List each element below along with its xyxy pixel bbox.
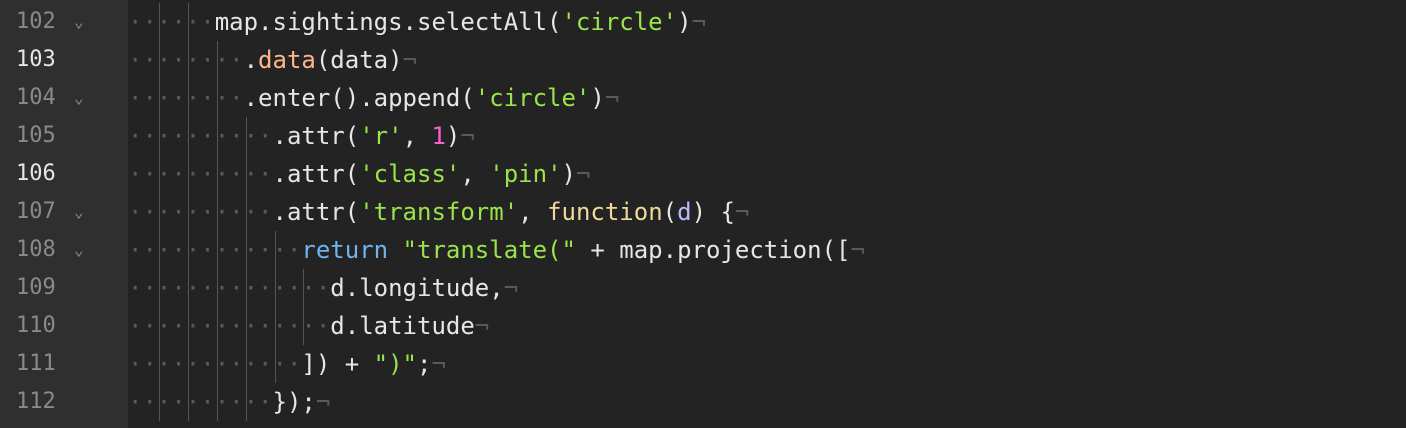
code-token: function xyxy=(547,198,663,226)
indent-guide xyxy=(158,3,160,421)
indent-guide xyxy=(216,41,218,421)
code-text: ··············d.longitude,¬ xyxy=(128,269,518,307)
fold-chevron-icon[interactable]: ⌄ xyxy=(74,231,84,269)
fold-chevron-icon[interactable]: ⌄ xyxy=(74,79,84,117)
indent-whitespace: ·········· xyxy=(128,388,273,416)
code-line[interactable]: 111 ············]) + ")";¬ xyxy=(0,345,1406,383)
fold-chevron-icon[interactable]: ⌄ xyxy=(74,193,84,231)
end-of-line-marker: ¬ xyxy=(460,122,475,150)
indent-whitespace: ······ xyxy=(128,8,215,36)
end-of-line-marker: ¬ xyxy=(402,46,417,74)
indent-guide xyxy=(245,117,247,421)
line-number: 107 xyxy=(16,199,56,224)
end-of-line-marker: ¬ xyxy=(575,160,591,188)
code-token: 'transform' xyxy=(359,198,519,226)
line-number: 110 xyxy=(16,313,56,338)
code-line[interactable]: 108 ⌄ ············return "translate(" + ma… xyxy=(0,231,1406,269)
code-token: ) xyxy=(590,84,605,112)
line-number: 112 xyxy=(16,389,56,414)
code-token: , xyxy=(460,160,490,188)
code-line[interactable]: 106 ··········.attr('class', 'pin')¬ xyxy=(0,155,1406,193)
code-text: ········.data(data)¬ xyxy=(128,41,417,79)
code-text: ······map.sightings.selectAll('circle')¬ xyxy=(128,3,706,41)
code-text: ············return "translate(" + map.pr… xyxy=(128,231,865,269)
indent-whitespace: ·········· xyxy=(128,198,273,226)
code-token: d xyxy=(677,198,692,226)
code-token: ; xyxy=(417,350,432,378)
code-text: ··············d.latitude¬ xyxy=(128,307,489,345)
indent-guide xyxy=(187,3,189,421)
code-token: 1 xyxy=(431,122,446,150)
end-of-line-marker: ¬ xyxy=(734,198,750,226)
code-text: ········.enter().append('circle')¬ xyxy=(128,79,619,117)
indent-guide xyxy=(274,231,276,383)
end-of-line-marker: ¬ xyxy=(850,236,865,264)
code-token: .enter().append( xyxy=(243,84,475,112)
indent-whitespace: ·········· xyxy=(128,160,273,188)
code-token: 'circle' xyxy=(474,84,591,112)
end-of-line-marker: ¬ xyxy=(604,84,620,112)
indent-whitespace: ········ xyxy=(128,46,244,74)
code-line[interactable]: 104 ⌄ ········.enter().append('circle')¬ xyxy=(0,79,1406,117)
line-number: 106 xyxy=(16,161,56,186)
code-token: d.longitude, xyxy=(330,274,504,302)
code-token: ) xyxy=(445,122,461,150)
end-of-line-marker: ¬ xyxy=(474,312,490,340)
code-token: .attr( xyxy=(272,122,360,150)
code-line[interactable]: 112 ··········});¬ xyxy=(0,383,1406,421)
code-line[interactable]: 105 ··········.attr('r', 1)¬ xyxy=(0,117,1406,155)
code-token: .attr( xyxy=(272,198,360,226)
code-token: 'pin' xyxy=(489,160,562,188)
code-token: 'circle' xyxy=(561,8,678,36)
line-number: 105 xyxy=(16,123,56,148)
line-number: 108 xyxy=(16,237,56,262)
line-number: 109 xyxy=(16,275,56,300)
code-text: ··········.attr('transform', function(d)… xyxy=(128,193,749,231)
code-token: 'class' xyxy=(359,160,461,188)
code-token: }); xyxy=(272,388,316,416)
fold-chevron-icon[interactable]: ⌄ xyxy=(74,3,84,41)
code-token: ) { xyxy=(691,198,735,226)
code-token: . xyxy=(243,46,259,74)
code-token: .attr( xyxy=(272,160,360,188)
indent-guide xyxy=(303,269,305,345)
code-line[interactable]: 103 ········.data(data)¬ xyxy=(0,41,1406,79)
end-of-line-marker: ¬ xyxy=(431,350,446,378)
code-token: return xyxy=(301,236,389,264)
code-token: d.latitude xyxy=(330,312,475,340)
code-editor[interactable]: 102 ⌄ ······map.sightings.selectAll('circl… xyxy=(0,0,1406,428)
code-line[interactable]: 102 ⌄ ······map.sightings.selectAll('circl… xyxy=(0,3,1406,41)
code-text: ··········.attr('class', 'pin')¬ xyxy=(128,155,590,193)
end-of-line-marker: ¬ xyxy=(315,388,331,416)
code-text: ············]) + ")";¬ xyxy=(128,345,446,383)
line-number: 103 xyxy=(16,47,56,72)
code-token: + map.projection([ xyxy=(575,236,851,264)
code-text: ··········.attr('r', 1)¬ xyxy=(128,117,475,155)
code-line[interactable]: 107 ⌄ ··········.attr('transform', functio… xyxy=(0,193,1406,231)
code-token: data xyxy=(258,46,316,74)
line-number: 111 xyxy=(16,351,56,376)
indent-whitespace: ·········· xyxy=(128,122,273,150)
code-token: (data) xyxy=(315,46,403,74)
code-token: "translate(" xyxy=(402,236,576,264)
code-token: ( xyxy=(662,198,678,226)
code-token: , xyxy=(518,198,548,226)
code-token: ]) + xyxy=(301,350,374,378)
code-token: ) xyxy=(677,8,692,36)
end-of-line-marker: ¬ xyxy=(503,274,519,302)
code-token: ) xyxy=(561,160,576,188)
line-number: 104 xyxy=(16,85,56,110)
code-token: 'r' xyxy=(359,122,403,150)
code-token: , xyxy=(402,122,432,150)
code-token: map.sightings.selectAll( xyxy=(214,8,562,36)
code-line[interactable]: 109 ··············d.longitude,¬ xyxy=(0,269,1406,307)
code-line[interactable]: 110 ··············d.latitude¬ xyxy=(0,307,1406,345)
indent-whitespace: ········ xyxy=(128,84,244,112)
line-number: 102 xyxy=(16,9,56,34)
code-token: ")" xyxy=(373,350,417,378)
end-of-line-marker: ¬ xyxy=(691,8,706,36)
